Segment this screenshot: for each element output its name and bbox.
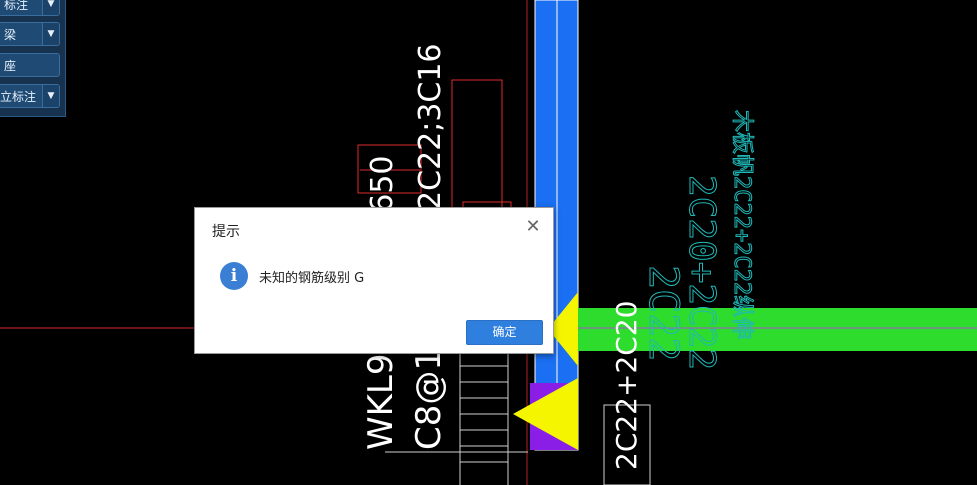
tool-panel: 标注 ▼ 梁 ▼ 座 立标注 ▼	[0, 0, 66, 117]
beam-label-text[interactable]: WKL9	[361, 354, 401, 451]
dropdown-arrow-icon[interactable]: ▼	[42, 85, 59, 107]
info-icon: i	[220, 262, 248, 290]
dropdown-arrow-icon[interactable]: ▼	[42, 0, 59, 15]
cyan-bars-text-2[interactable]: 2C20+2C22	[681, 175, 723, 371]
panel-item-label: 梁	[4, 28, 17, 42]
top-bars-text[interactable]: 2C22;3C16	[413, 43, 448, 210]
dialog-message: 未知的钢筋级别 G	[259, 271, 365, 286]
bottom-bars-text[interactable]: 2C22+2C20	[610, 301, 643, 470]
panel-item-label: 座	[4, 59, 17, 73]
panel-item-beam[interactable]: 梁 ▼	[0, 22, 60, 46]
dropdown-arrow-icon[interactable]: ▼	[42, 23, 59, 45]
stirrup-text[interactable]: C8@1	[409, 349, 449, 450]
panel-item-annotation[interactable]: 标注 ▼	[0, 0, 60, 16]
panel-item-support[interactable]: 座	[0, 53, 60, 77]
panel-item-position-annotation[interactable]: 立标注 ▼	[0, 84, 60, 108]
dialog-title: 提示	[212, 224, 240, 240]
close-icon[interactable]: ✕	[523, 217, 543, 237]
cyan-top-text[interactable]: 木板帆2C22+2C22纵伸	[729, 110, 755, 340]
panel-item-label: 标注	[4, 0, 29, 12]
message-dialog: 提示 ✕ i 未知的钢筋级别 G 确定	[194, 207, 554, 354]
cyan-bars-text-1[interactable]: 2C22	[640, 265, 687, 362]
panel-item-label: 立标注	[0, 90, 37, 104]
ok-button[interactable]: 确定	[466, 320, 543, 345]
